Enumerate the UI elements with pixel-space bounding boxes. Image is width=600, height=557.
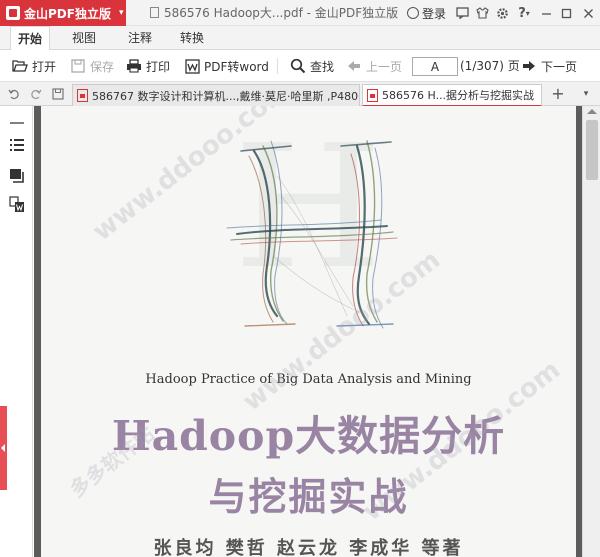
pdf-to-word-button[interactable]: PDF转word — [184, 50, 269, 82]
sidebar-pin-icon[interactable] — [9, 114, 25, 124]
redo-icon[interactable] — [26, 82, 46, 106]
caret-down-icon: ▾ — [525, 8, 530, 18]
document-tab-active[interactable]: 586576 H...据分析与挖掘实战 × — [362, 84, 542, 107]
save-icon — [70, 58, 86, 74]
svg-text:H: H — [234, 116, 382, 307]
next-page-button[interactable]: 下一页 — [521, 50, 577, 82]
sidebar-collapse-handle[interactable] — [0, 406, 7, 490]
add-tab-icon[interactable]: + — [548, 82, 568, 106]
page-number-input[interactable] — [412, 57, 458, 76]
tab-list-chevron-icon[interactable]: ▾ — [578, 82, 594, 106]
pdf-page: H Hadoop Practice of Big Data Analysis a… — [41, 106, 576, 557]
titlebar-controls: 登录 ? ▾ — [406, 0, 600, 26]
document-icon — [150, 7, 159, 18]
help-menu[interactable]: ? ▾ — [512, 0, 536, 26]
app-logo-icon — [6, 6, 20, 20]
open-button[interactable]: 打开 — [12, 50, 56, 82]
prev-page-button[interactable]: 上一页 — [346, 50, 402, 82]
vertical-scrollbar[interactable] — [582, 106, 600, 557]
tab-convert[interactable]: 转换 — [170, 26, 214, 50]
find-button[interactable]: 查找 — [290, 50, 334, 82]
minimize-icon[interactable] — [536, 0, 556, 26]
document-view: H Hadoop Practice of Big Data Analysis a… — [34, 106, 600, 557]
outline-icon[interactable] — [9, 138, 25, 154]
caret-down-icon: ▾ — [118, 8, 124, 18]
maximize-icon[interactable] — [556, 0, 576, 26]
tab-annotate[interactable]: 注释 — [118, 26, 162, 50]
title-bar: 金山PDF独立版 ▾ 586576 Hadoop大...pdf - 金山PDF独… — [0, 0, 600, 26]
convert-word-icon[interactable] — [9, 196, 25, 212]
cover-english-title: Hadoop Practice of Big Data Analysis and… — [145, 372, 472, 387]
close-icon[interactable] — [576, 0, 600, 26]
app-name: 金山PDF独立版 — [24, 6, 111, 21]
document-tab-label: 586576 H...据分析与挖掘实战 — [382, 89, 535, 102]
document-tab[interactable]: 586767 数字设计和计算机...,戴维·莫尼·哈里斯 ,P480 — [72, 84, 360, 106]
undo-icon[interactable] — [4, 82, 24, 106]
login-button[interactable]: 登录 — [406, 0, 452, 26]
document-tab-bar: 586767 数字设计和计算机...,戴维·莫尼·哈里斯 ,P480 58657… — [0, 82, 600, 107]
document-tab-label: 586767 数字设计和计算机...,戴维·莫尼·哈里斯 ,P480 — [92, 89, 359, 103]
save-icon[interactable] — [48, 82, 68, 106]
cover-h-graphic: H — [226, 116, 398, 329]
skin-icon[interactable] — [472, 0, 492, 26]
print-button[interactable]: 打印 — [126, 50, 170, 82]
word-icon — [184, 58, 200, 74]
printer-icon — [126, 58, 142, 74]
save-button[interactable]: 保存 — [70, 50, 114, 82]
message-icon[interactable] — [452, 0, 472, 26]
pdf-file-icon — [367, 88, 378, 102]
user-icon — [406, 7, 419, 19]
help-icon: ? — [518, 5, 526, 21]
arrow-left-icon — [346, 58, 362, 74]
cover-title-line1: Hadoop大数据分析 — [111, 412, 506, 460]
pdf-file-icon — [77, 89, 88, 102]
close-tab-icon[interactable]: × — [540, 88, 541, 102]
cover-authors: 张良均 樊哲 赵云龙 李成华 等著 — [153, 538, 464, 557]
left-sidebar — [0, 106, 33, 557]
page-count: (1/307) 页 — [460, 59, 520, 73]
toolbar-divider — [277, 58, 278, 74]
tab-view[interactable]: 视图 — [62, 26, 106, 50]
search-icon — [290, 58, 306, 74]
folder-icon — [12, 58, 28, 74]
tab-start[interactable]: 开始 — [10, 26, 50, 51]
thumbnail-icon[interactable] — [9, 168, 25, 184]
ribbon-tabs: 开始 视图 注释 转换 — [0, 26, 600, 51]
window-title: 586576 Hadoop大...pdf - 金山PDF独立版 — [150, 0, 398, 26]
scroll-thumb[interactable] — [586, 120, 598, 180]
arrow-right-icon — [521, 58, 537, 74]
app-menu-button[interactable]: 金山PDF独立版 ▾ — [0, 0, 126, 26]
cover-title-line2: 与挖掘实战 — [208, 474, 409, 519]
scroll-up-arrow-icon[interactable] — [587, 109, 597, 114]
gear-icon[interactable] — [492, 0, 512, 26]
